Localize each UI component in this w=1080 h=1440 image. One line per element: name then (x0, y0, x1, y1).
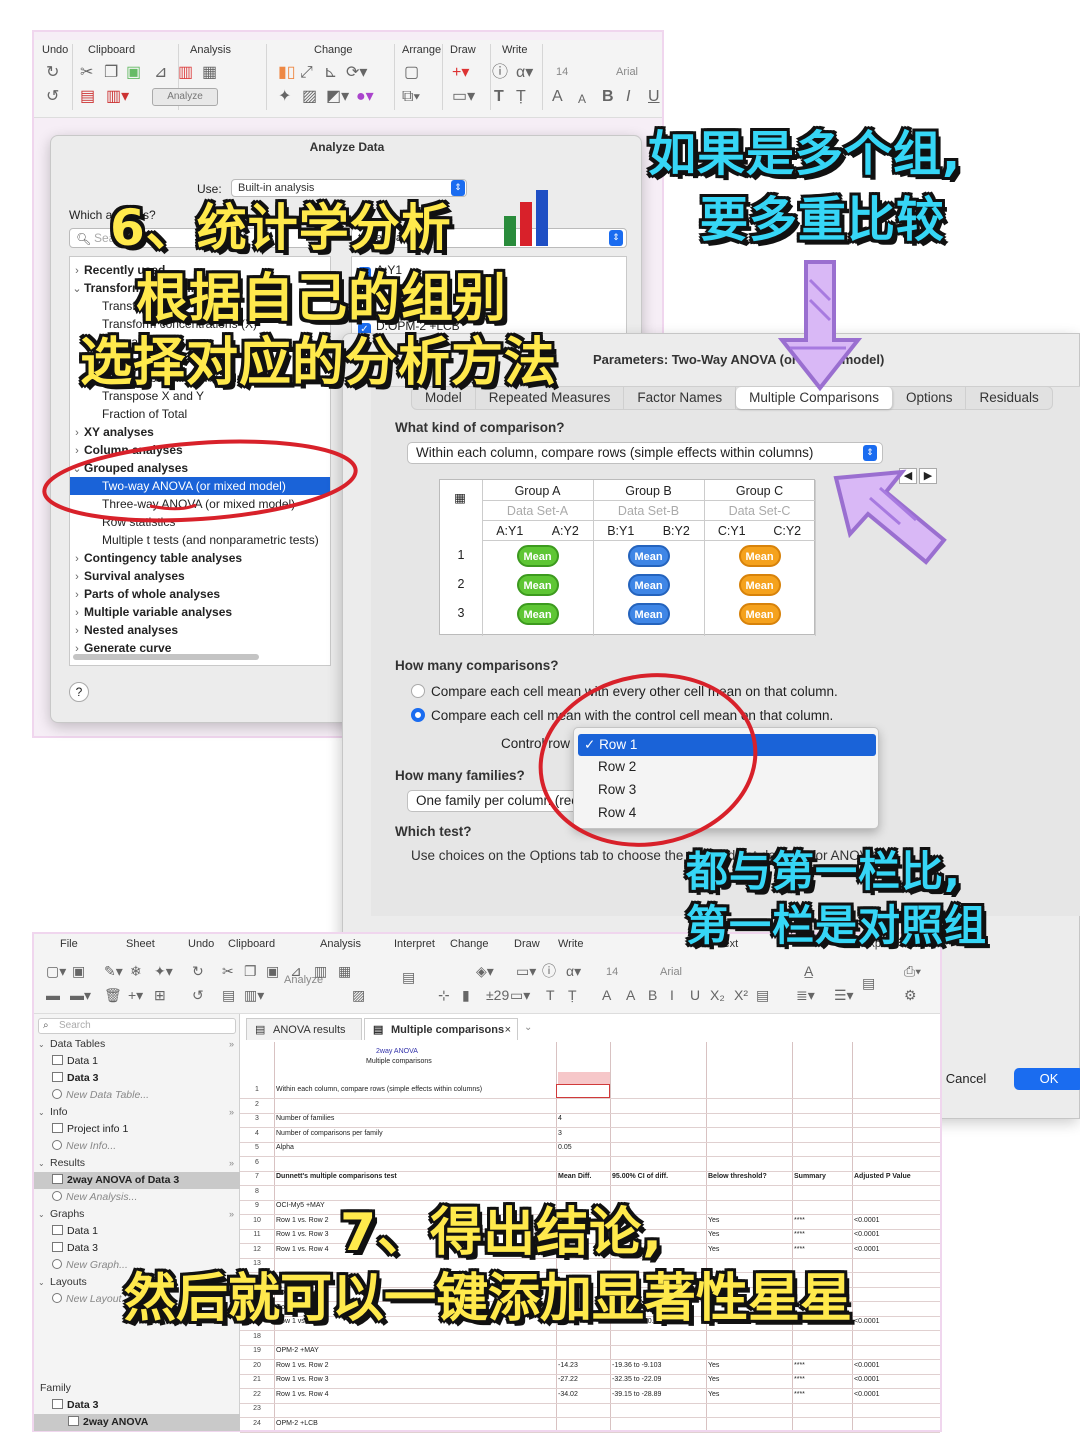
overlay-control-line1: 都与第一栏比, (686, 847, 961, 896)
overlay-multi-line2: 要多重比较 (700, 192, 946, 248)
purple-diagonal-arrow-icon (833, 469, 947, 565)
red-circle-annotation-2 (538, 673, 758, 847)
overlay-multi-line1: 如果是多个组, (648, 126, 962, 182)
overlay-step7-line2: 然后就可以一键添加显著性星星 (124, 1269, 853, 1329)
overlay-control-line2: 第一栏是对照组 (686, 901, 988, 950)
red-circle-annotation-1 (42, 439, 358, 523)
overlay-step6-line1: 6、统计学分析 (110, 199, 452, 257)
overlay-step7-line1: 7、得出结论, (340, 1203, 663, 1263)
red-underline-annotation (149, 503, 197, 511)
overlay-step6-line3: 选择对应的分析方法 (80, 333, 558, 393)
purple-down-arrow-icon (777, 260, 863, 392)
